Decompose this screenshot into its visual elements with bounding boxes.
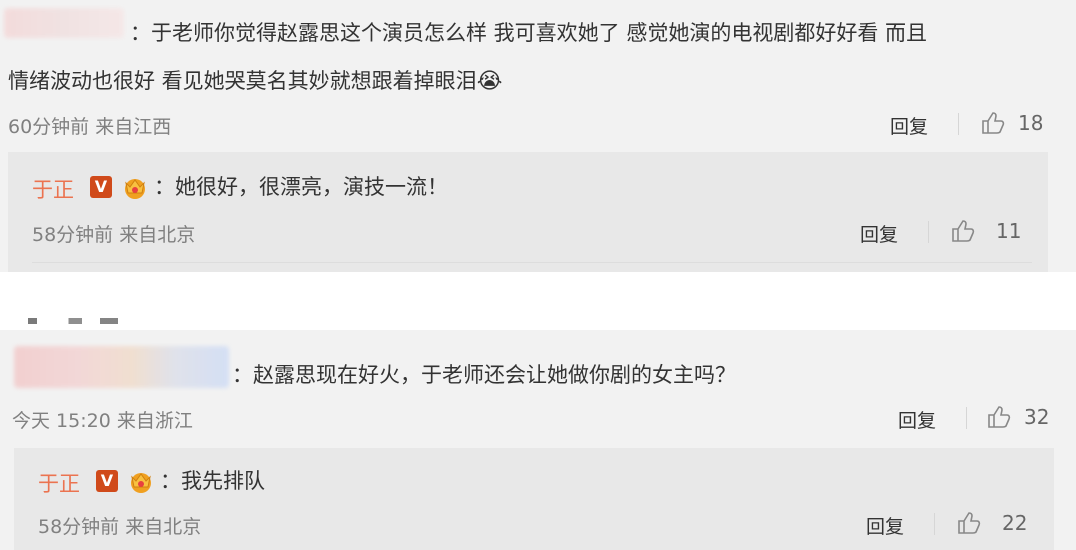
crown-icon	[125, 179, 145, 199]
reply-button[interactable]: 回复	[866, 512, 904, 539]
action-divider	[928, 221, 929, 243]
like-count: 32	[1024, 405, 1050, 429]
comment-text-line2: 情绪波动也很好 看见她哭莫名其妙就想跟着掉眼泪	[8, 69, 477, 93]
reply-meta: 58分钟前 来自北京	[38, 516, 202, 538]
thumb-up-icon[interactable]	[986, 404, 1012, 430]
reply-button[interactable]: 回复	[898, 406, 936, 433]
comment-text: ：赵露思现在好火，于老师还会让她做你剧的女主吗？	[232, 363, 736, 387]
comment-meta: 60分钟前 来自江西	[8, 116, 172, 138]
blurred-username	[14, 346, 229, 388]
comment-meta: 今天 15:20 来自浙江	[12, 410, 193, 432]
action-divider	[934, 513, 935, 535]
action-divider	[966, 407, 967, 429]
thumb-up-icon[interactable]	[956, 510, 982, 536]
reply-meta: 58分钟前 来自北京	[32, 224, 196, 246]
reply-author[interactable]: 于正	[32, 174, 74, 204]
like-count: 18	[1018, 111, 1044, 135]
reply-box: 于正 V ：我先排队 58分钟前 来自北京 回复 22	[14, 448, 1054, 550]
thumb-up-icon[interactable]	[980, 110, 1006, 136]
verified-v-icon: V	[90, 176, 112, 198]
reply-text: ：我先排队	[160, 469, 265, 493]
like-count: 22	[1002, 511, 1028, 535]
comment-card-1: ：于老师你觉得赵露思这个演员怎么样 我可喜欢她了 感觉她演的电视剧都好好看 而且…	[0, 0, 1076, 272]
action-divider	[958, 113, 959, 135]
reply-button[interactable]: 回复	[890, 112, 928, 139]
reply-author[interactable]: 于正	[38, 468, 80, 498]
verified-v-icon: V	[96, 470, 118, 492]
reply-divider	[32, 262, 1032, 263]
like-count: 11	[996, 219, 1022, 243]
reply-text: ：她很好，很漂亮，演技一流！	[154, 175, 448, 199]
crying-emoji-icon: 😭	[476, 69, 503, 94]
crown-icon	[131, 473, 151, 493]
thumb-up-icon[interactable]	[950, 218, 976, 244]
comment-text: ：于老师你觉得赵露思这个演员怎么样 我可喜欢她了 感觉她演的电视剧都好好看 而且	[130, 16, 927, 50]
comment-text-cont: 情绪波动也很好 看见她哭莫名其妙就想跟着掉眼泪😭	[8, 64, 502, 99]
comment-card-2: ：赵露思现在好火，于老师还会让她做你剧的女主吗？ 今天 15:20 来自浙江 回…	[0, 330, 1076, 550]
cropped-artifact	[28, 318, 118, 324]
blurred-username	[4, 8, 124, 38]
comment-text-line1: ：于老师你觉得赵露思这个演员怎么样 我可喜欢她了 感觉她演的电视剧都好好看 而且	[130, 21, 928, 45]
reply-button[interactable]: 回复	[860, 220, 898, 247]
reply-box: 于正 V ：她很好，很漂亮，演技一流！ 58分钟前 来自北京 回复 11	[8, 152, 1048, 272]
